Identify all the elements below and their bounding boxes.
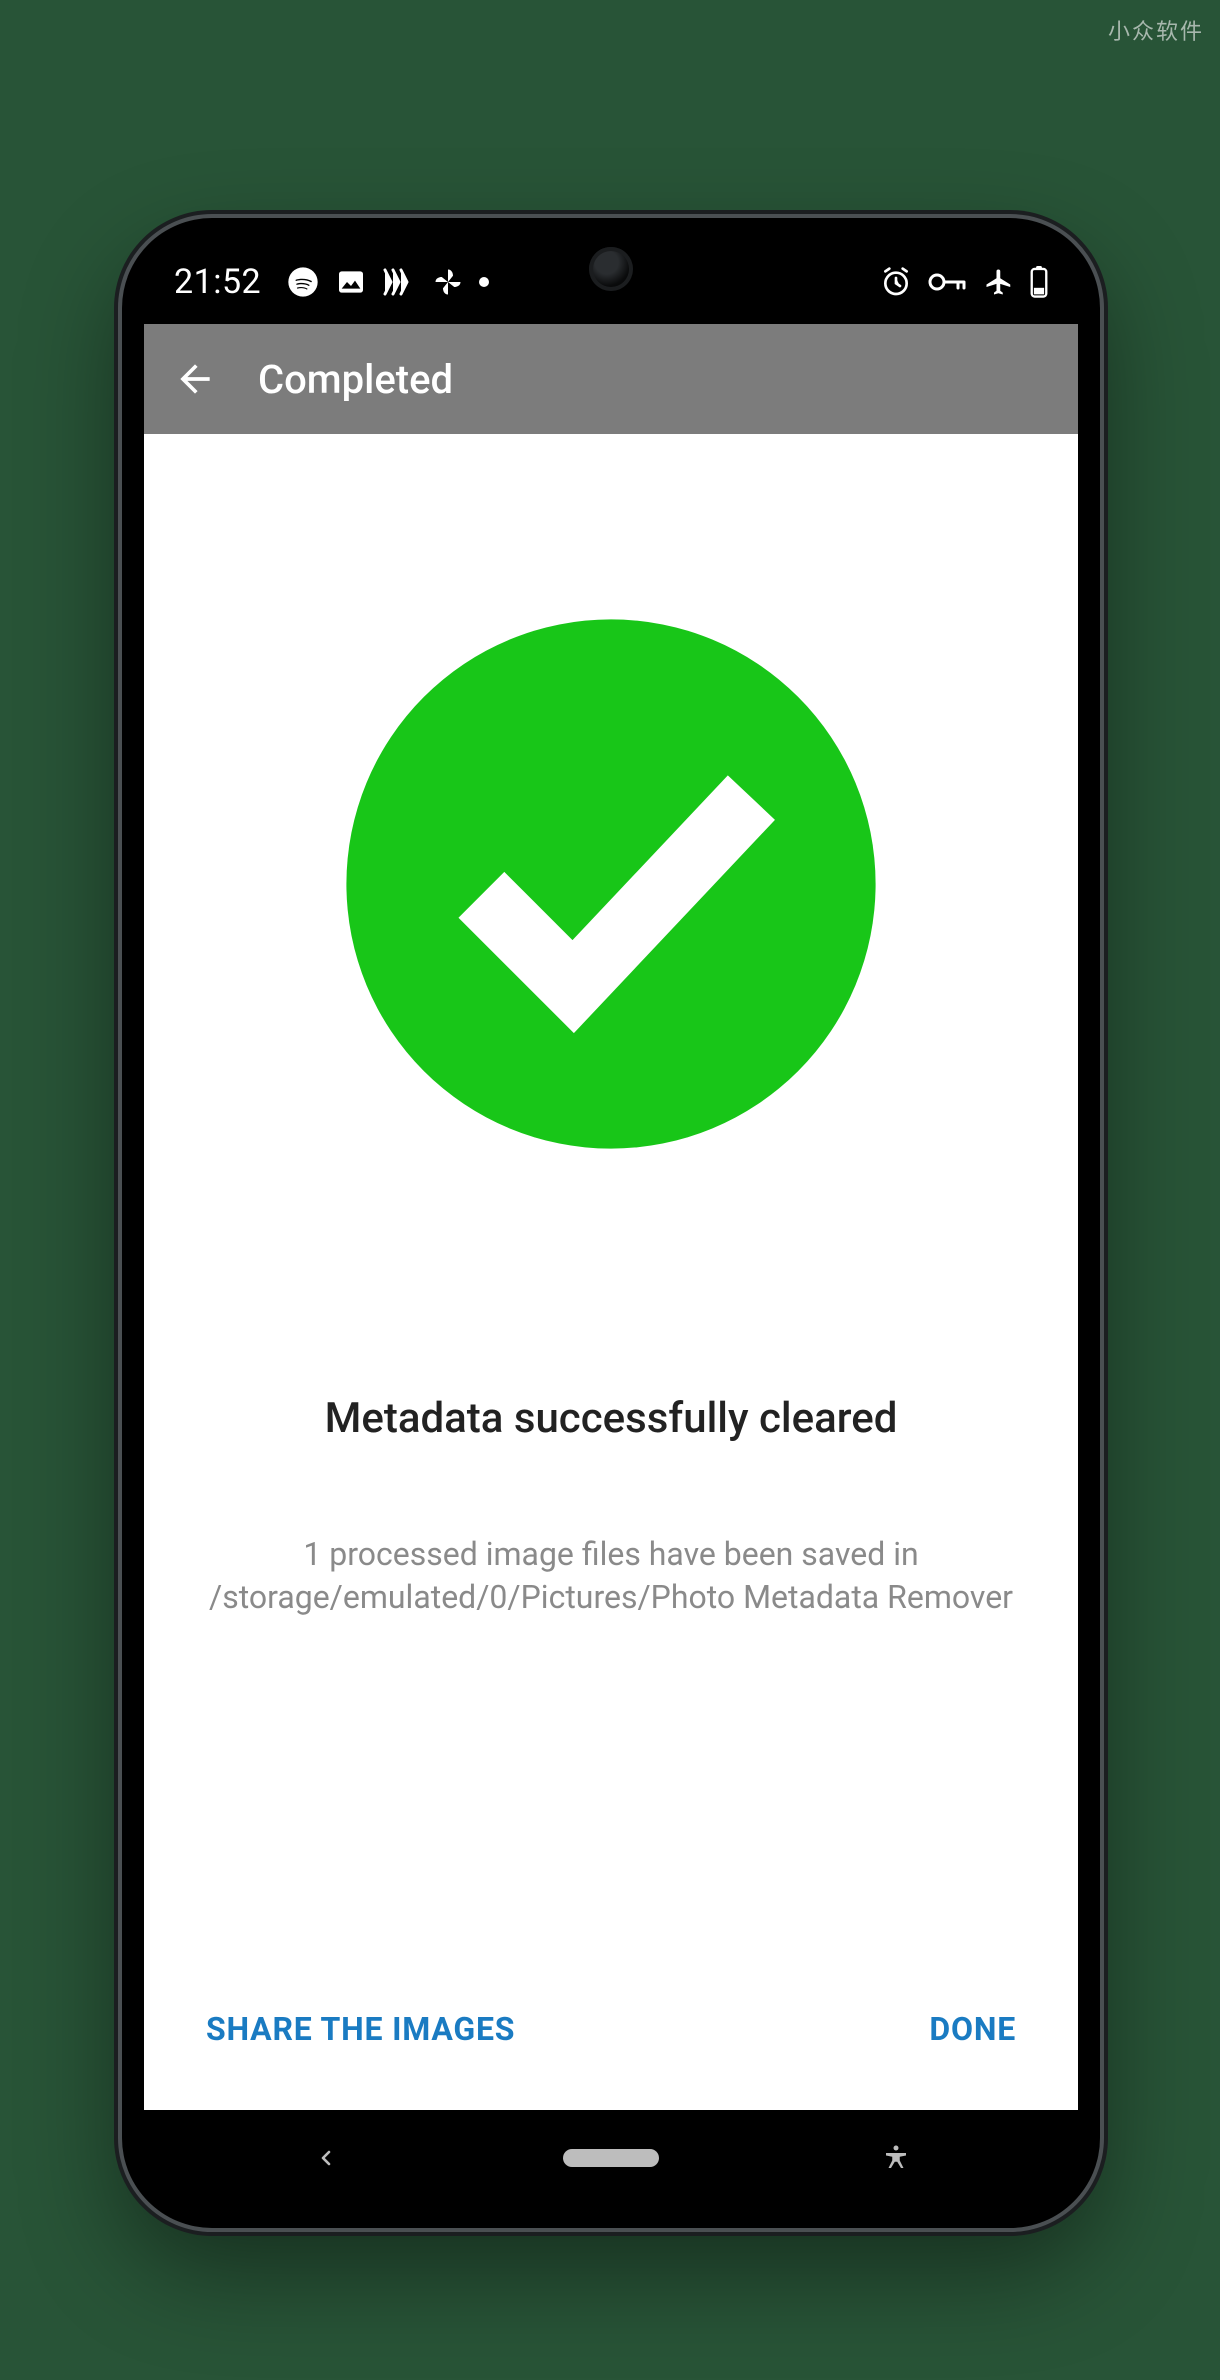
share-images-button[interactable]: SHARE THE IMAGES [206, 2010, 515, 2048]
image-icon [335, 266, 367, 298]
action-row: SHARE THE IMAGES DONE [204, 2010, 1018, 2110]
airplane-icon [984, 267, 1014, 297]
nav-home-button[interactable] [551, 2149, 671, 2167]
spotify-icon [287, 266, 319, 298]
key-icon [928, 270, 968, 294]
battery-icon [1030, 266, 1048, 298]
success-subtext: 1 processed image files have been saved … [204, 1533, 1018, 1619]
nav-accessibility-button[interactable] [836, 2143, 956, 2173]
system-nav-bar [144, 2110, 1078, 2206]
checkmark-circle-icon [341, 614, 881, 1154]
main-content: Metadata successfully cleared 1 processe… [144, 434, 1078, 2110]
front-camera [589, 247, 633, 291]
pinwheel-icon [433, 267, 463, 297]
app-bar: Completed [144, 324, 1078, 434]
status-icons-left [287, 266, 489, 298]
dot-icon [479, 277, 489, 287]
wave-icon [383, 268, 417, 296]
watermark-text: 小众软件 [1108, 14, 1204, 46]
status-icons-right [880, 266, 1048, 298]
done-button[interactable]: DONE [929, 2010, 1016, 2048]
page-title: Completed [258, 356, 453, 403]
back-button[interactable] [168, 352, 222, 406]
phone-screen: 21:52 [144, 240, 1078, 2206]
success-headline: Metadata successfully cleared [325, 1394, 898, 1443]
status-clock: 21:52 [174, 262, 261, 302]
phone-frame: 21:52 [122, 218, 1100, 2228]
nav-back-button[interactable] [266, 2146, 386, 2170]
alarm-icon [880, 266, 912, 298]
